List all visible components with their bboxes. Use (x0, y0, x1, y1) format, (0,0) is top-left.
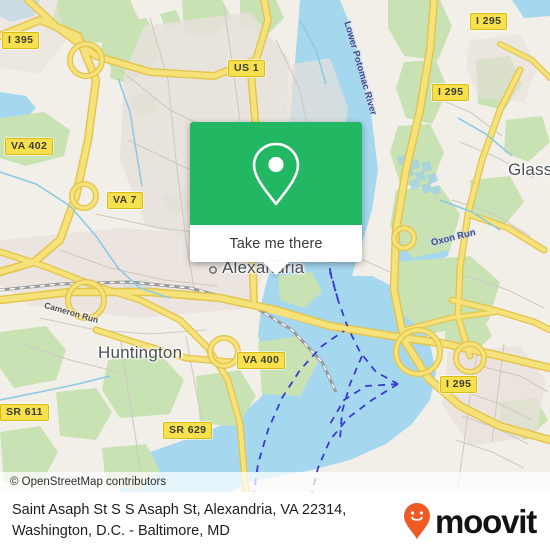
location-title: Saint Asaph St S S Asaph St, Alexandria,… (12, 500, 346, 542)
location-title-line2: Washington, D.C. - Baltimore, MD (12, 523, 230, 539)
moovit-map-page: I 395 US 1 I 295 I 295 VA 402 VA 7 VA 400 I 295… (0, 0, 550, 550)
highway-shield: I 295 (432, 84, 470, 101)
take-me-there-label: Take me there (229, 235, 323, 252)
highway-shield: I 295 (470, 13, 508, 30)
highway-shield: SR 629 (163, 422, 213, 439)
highway-shield: I 395 (2, 32, 40, 49)
water-right-inlet (512, 0, 550, 18)
moovit-brand[interactable]: moovit (403, 502, 537, 540)
callout-pointer-tail (263, 262, 289, 275)
highway-shield: I 295 (440, 376, 478, 393)
moovit-pin-icon (404, 503, 431, 539)
moovit-wordmark: moovit (435, 502, 537, 540)
location-title-line1: Saint Asaph St S S Asaph St, Alexandria,… (12, 502, 347, 518)
highway-shield: SR 611 (0, 404, 49, 421)
highway-shield: VA 400 (237, 352, 286, 369)
take-me-there-button[interactable]: Take me there (190, 225, 362, 262)
map-canvas[interactable]: I 395 US 1 I 295 I 295 VA 402 VA 7 VA 400 I 295… (0, 0, 550, 492)
page-footer: Saint Asaph St S S Asaph St, Alexandria,… (0, 492, 550, 550)
highway-shield: VA 402 (5, 138, 54, 155)
highway-shield: VA 7 (107, 192, 143, 209)
location-callout-card[interactable]: Take me there (190, 122, 362, 275)
osm-attribution-bar: © OpenStreetMap contributors (0, 472, 550, 492)
map-pin-icon (252, 142, 300, 205)
highway-shield: US 1 (228, 60, 265, 77)
callout-header (190, 122, 362, 225)
alexandria-place-dot (209, 266, 217, 274)
osm-attribution-text: © OpenStreetMap contributors (10, 476, 167, 488)
